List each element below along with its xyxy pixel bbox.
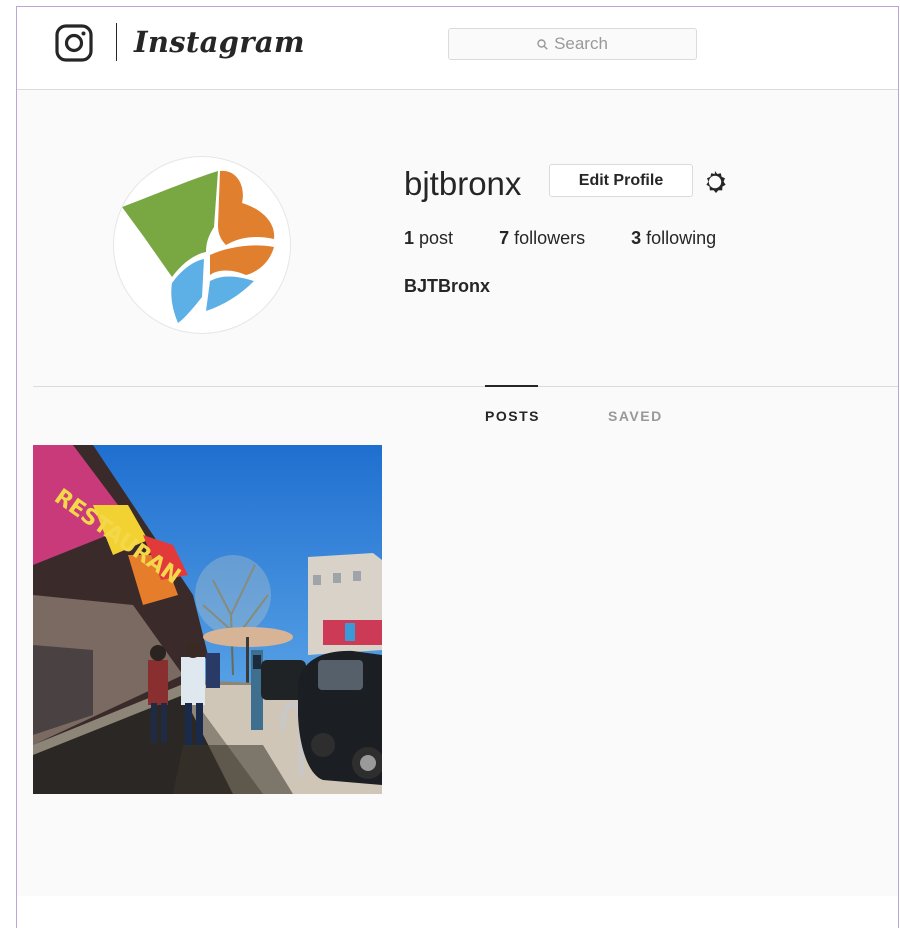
profile-stats: 1 post 7 followers 3 following: [404, 228, 762, 249]
street-photo: RESTAURAN: [33, 445, 382, 794]
search-icon: [537, 38, 548, 50]
app-frame: Instagram Search bjtbronx Edit Profile 1…: [16, 6, 899, 928]
active-tab-indicator: [485, 385, 538, 387]
profile-page: bjtbronx Edit Profile 1 post 7 followers…: [17, 90, 898, 896]
bjtbronx-logo: [122, 170, 275, 323]
page-bottom: [17, 896, 898, 928]
tab-saved[interactable]: SAVED: [608, 408, 663, 424]
profile-username: bjtbronx: [404, 165, 522, 202]
tab-posts[interactable]: POSTS: [485, 408, 540, 424]
edit-profile-button[interactable]: Edit Profile: [549, 164, 693, 197]
profile-avatar[interactable]: [114, 157, 290, 333]
gear-icon[interactable]: [702, 169, 728, 195]
tabs-divider: [33, 386, 898, 387]
top-navigation: Instagram Search: [17, 7, 898, 90]
search-input[interactable]: Search: [448, 28, 697, 60]
search-placeholder: Search: [554, 34, 608, 53]
logo-divider: [116, 23, 117, 61]
followers-count[interactable]: 7 followers: [499, 228, 585, 249]
post-thumbnail[interactable]: RESTAURAN: [33, 445, 382, 794]
instagram-wordmark[interactable]: Instagram: [134, 20, 305, 64]
following-count[interactable]: 3 following: [631, 228, 716, 249]
profile-full-name: BJTBronx: [404, 276, 491, 296]
posts-count: 1 post: [404, 228, 454, 248]
instagram-camera-icon[interactable]: [55, 24, 93, 62]
